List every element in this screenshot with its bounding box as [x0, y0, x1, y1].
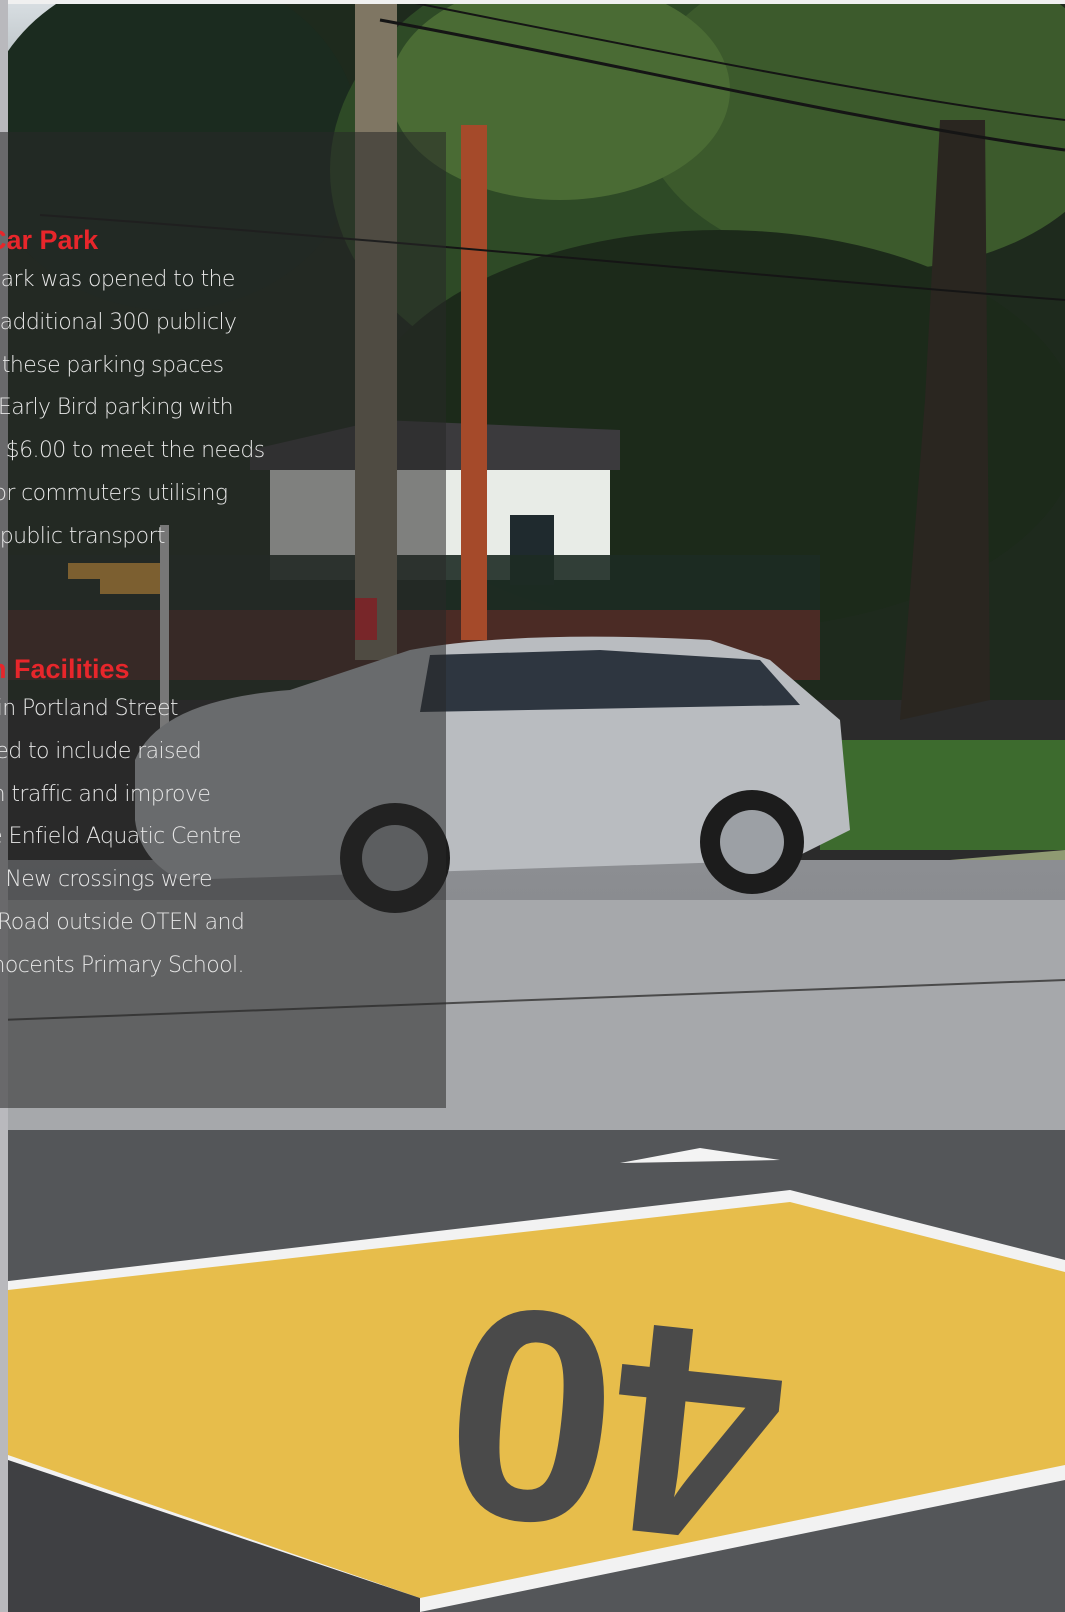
text-panel: ue Car Park car park was opened to the g…: [0, 132, 446, 1108]
paragraph-line: orth Road outside OTEN and: [0, 909, 245, 935]
paragraph-line: s. Of these parking spaces: [0, 352, 224, 378]
paragraph-line: d the Enfield Aquatic Centre: [0, 824, 242, 850]
paragraph-line: llent public transport: [0, 523, 166, 549]
section-pedestrian-facilities: trian Facilities sing in Portland Street…: [0, 650, 408, 988]
paragraph-line: hool. New crossings were: [0, 867, 213, 893]
road-marking-40: 40: [431, 1241, 798, 1610]
paragraph-line: down traffic and improve: [0, 781, 211, 807]
section-title: trian Facilities: [0, 654, 130, 684]
info-overlay: ue Car Park car park was opened to the g…: [0, 132, 446, 1108]
section-car-park: ue Car Park car park was opened to the g…: [0, 221, 408, 559]
paragraph-line: graded to include raised: [0, 738, 202, 764]
paragraph-line: car park was opened to the: [0, 267, 235, 292]
paragraph-line: g an additional 300 publicly: [0, 309, 237, 335]
section-title: ue Car Park: [0, 225, 99, 255]
paragraph-line: ood or commuters utilising: [0, 480, 228, 506]
paragraph-line: sing in Portland Street: [0, 696, 179, 721]
paragraph-line: ly Innocents Primary School.: [0, 952, 244, 978]
paragraph-line: d as Early Bird parking with: [0, 395, 234, 421]
paragraph-line: f just $6.00 to meet the needs: [0, 438, 265, 464]
